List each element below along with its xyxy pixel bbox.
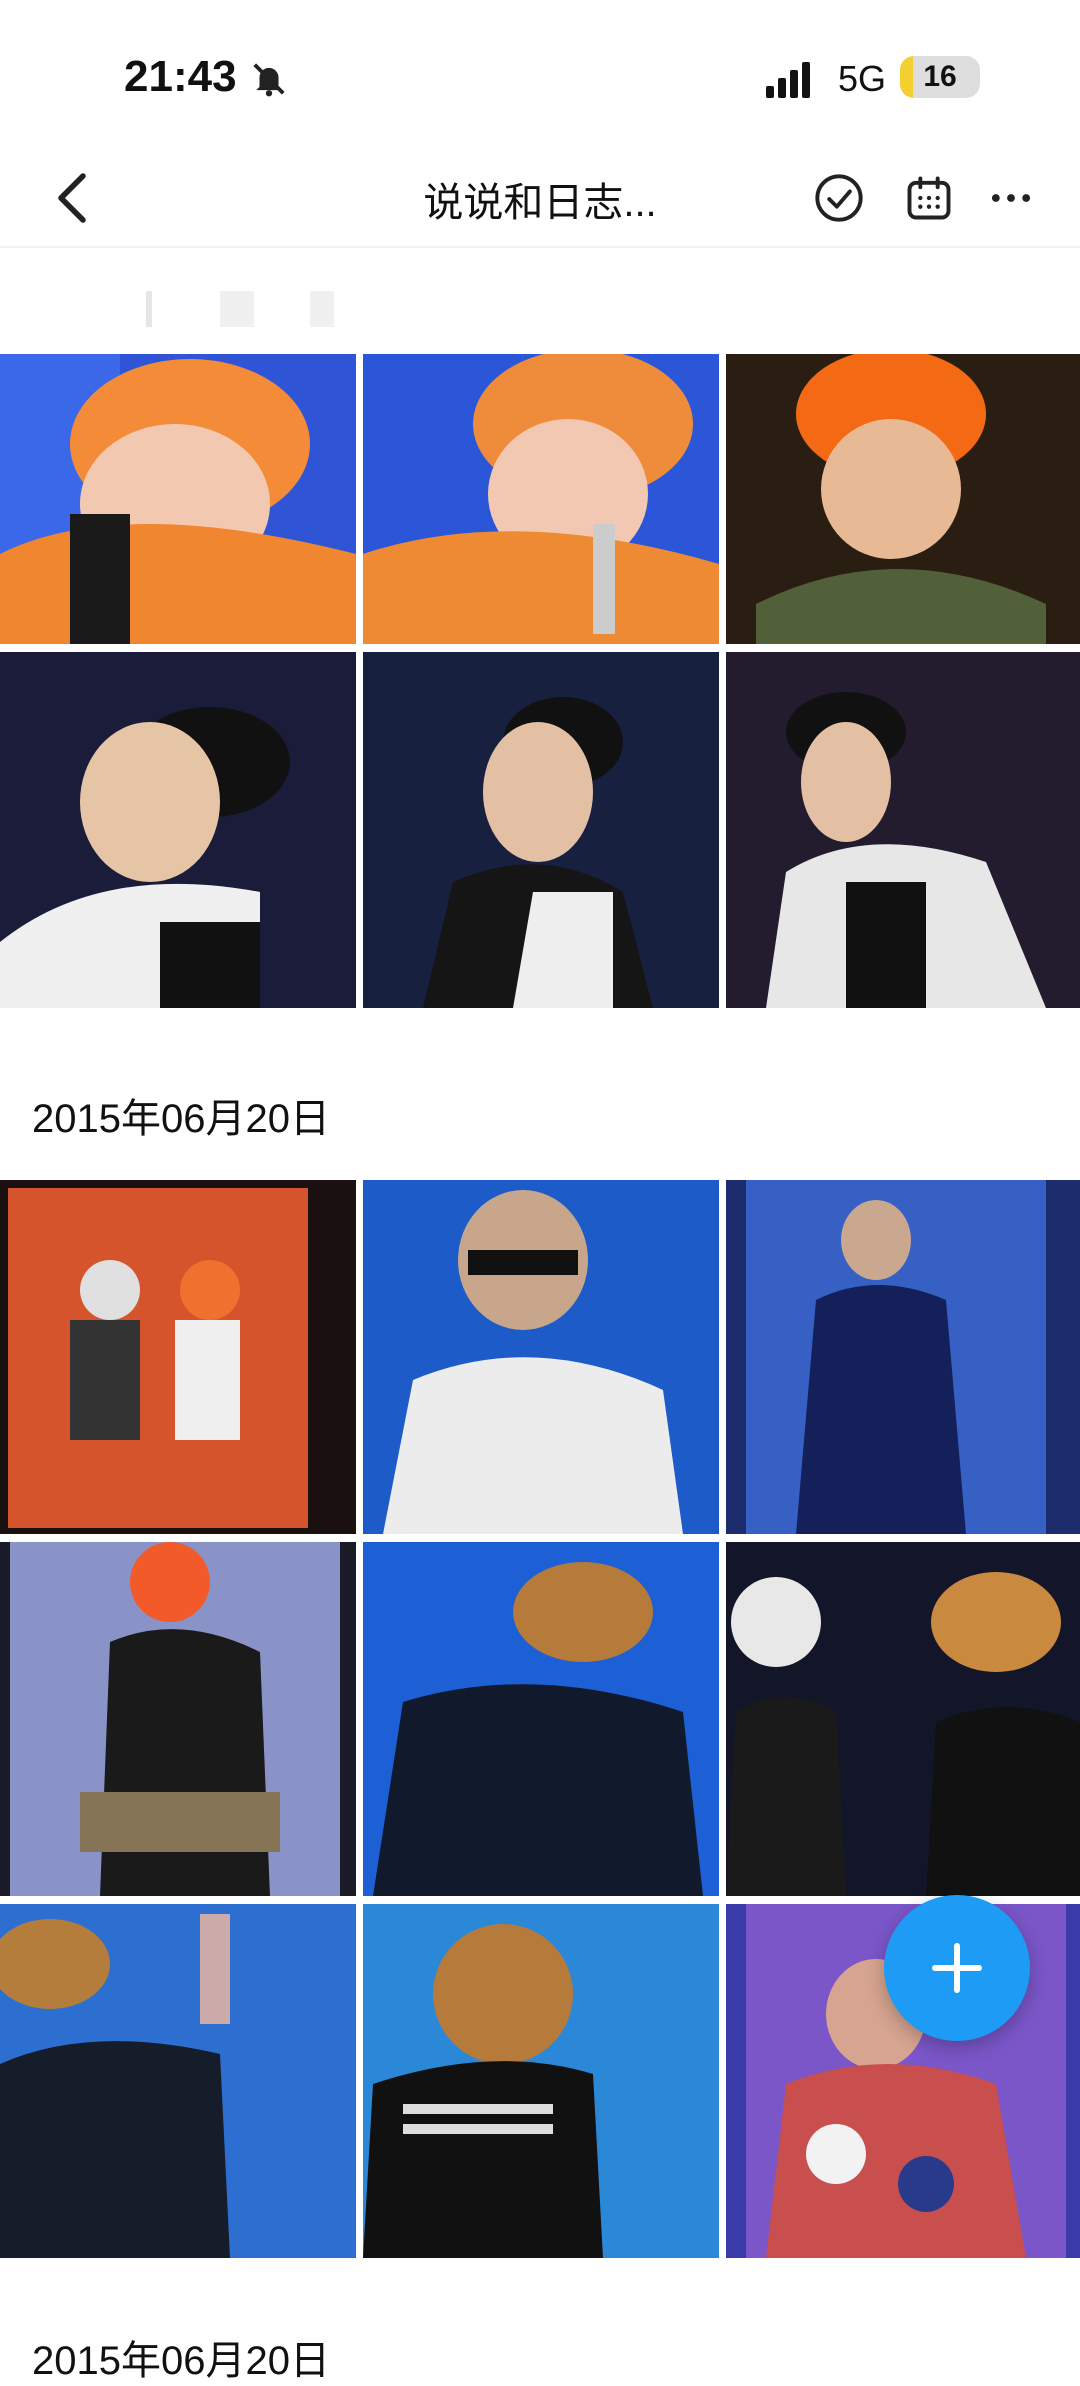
photo-thumbnail[interactable] bbox=[363, 1542, 719, 1896]
photo-thumbnail[interactable] bbox=[726, 1542, 1080, 1896]
photo-thumbnail[interactable] bbox=[726, 1180, 1080, 1534]
photo-thumbnail[interactable] bbox=[363, 652, 719, 1008]
battery-percent: 16 bbox=[923, 60, 957, 93]
photo-thumbnail[interactable] bbox=[363, 1180, 719, 1534]
photo-thumbnail[interactable] bbox=[0, 354, 356, 644]
photo-thumbnail[interactable] bbox=[726, 354, 1080, 644]
calendar-icon[interactable] bbox=[903, 172, 955, 224]
photo-thumbnail[interactable] bbox=[0, 652, 356, 1008]
date-header: 2015年06月20日 bbox=[32, 1097, 330, 1141]
photo-thumbnail[interactable] bbox=[0, 1180, 356, 1534]
add-post-button[interactable] bbox=[884, 1895, 1030, 2041]
photo-thumbnail[interactable] bbox=[0, 1904, 356, 2258]
signal-icon bbox=[766, 62, 810, 98]
more-dots-icon[interactable] bbox=[985, 172, 1037, 224]
mute-bell-icon bbox=[253, 63, 285, 97]
status-bar: 21:43 5G 16 bbox=[0, 0, 1080, 150]
battery-icon: 16 bbox=[900, 56, 980, 98]
nav-bar: 说说和日志... bbox=[0, 150, 1080, 248]
check-circle-icon[interactable] bbox=[813, 172, 865, 224]
status-time: 21:43 bbox=[124, 52, 237, 101]
back-arrow-icon[interactable] bbox=[50, 168, 94, 228]
network-type: 5G bbox=[838, 58, 887, 99]
page-title: 说说和日志... bbox=[423, 181, 657, 225]
photo-thumbnail[interactable] bbox=[726, 652, 1080, 1008]
photo-thumbnail[interactable] bbox=[363, 1904, 719, 2258]
photo-thumbnail[interactable] bbox=[363, 354, 719, 644]
date-header: 2015年06月20日 bbox=[32, 2339, 330, 2383]
photo-thumbnail[interactable] bbox=[0, 1542, 356, 1896]
section-header-faint bbox=[140, 285, 340, 333]
